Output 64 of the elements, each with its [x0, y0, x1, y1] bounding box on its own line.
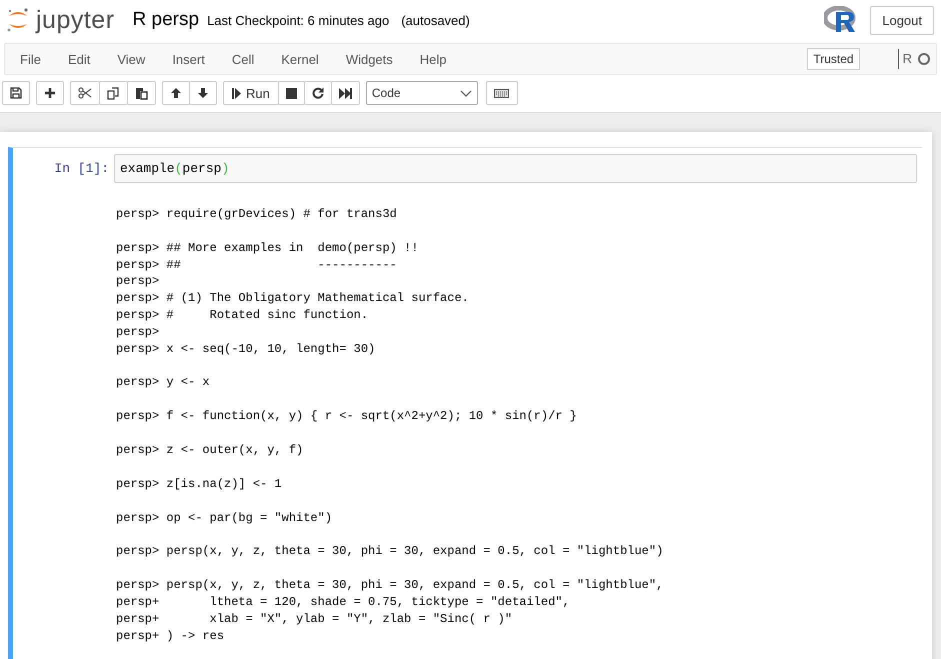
refresh-icon [312, 87, 324, 99]
output-line: persp+ ltheta = 120, shade = 0.75, ticktype = "detailed", [116, 594, 570, 611]
run-all-button[interactable] [330, 81, 360, 105]
chevron-down-icon [460, 90, 472, 96]
output-line: persp> persp(x, y, z, theta = 30, phi = 30, expand = 0.5, col = "lightblue", [116, 577, 664, 594]
scissors-icon [78, 87, 92, 99]
stop-button[interactable] [278, 81, 305, 105]
output-line: persp> persp(x, y, z, theta = 30, phi = 30, expand = 0.5, col = "lightblue") [116, 543, 664, 560]
step-forward-icon [232, 88, 241, 98]
menu-item[interactable]: Widgets [334, 52, 404, 66]
copy-button[interactable] [99, 81, 128, 105]
keyboard-icon [494, 88, 510, 98]
code-input-field[interactable]: example(persp) [114, 154, 917, 183]
command-palette-button[interactable] [486, 81, 518, 105]
arrow-down-icon [197, 87, 209, 99]
menu-item[interactable]: File [9, 52, 52, 66]
checkpoint-status: Last Checkpoint: 6 minutes ago [207, 12, 390, 28]
output-line: persp> [116, 273, 160, 290]
output-line: persp+ ) -> res [116, 628, 224, 644]
menu-item[interactable]: Cell [220, 52, 266, 66]
autosave-status: (autosaved) [401, 12, 470, 28]
cut-button[interactable] [70, 81, 100, 105]
output-line: persp> [116, 324, 160, 341]
notebook-name[interactable]: R persp [132, 9, 200, 31]
output-line: persp> x <- seq(-10, 10, length= 30) [116, 340, 376, 358]
menu-item[interactable]: Edit [56, 52, 102, 66]
cell-type-dropdown[interactable]: Code [366, 81, 478, 105]
output-line: persp> z <- outer(x, y, f) [116, 442, 304, 459]
output-line: persp> require(grDevices) # for trans3d [116, 206, 397, 223]
logout-button[interactable]: Logout [870, 6, 934, 34]
menu-item[interactable]: Kernel [270, 52, 330, 66]
save-button[interactable] [2, 81, 30, 105]
output-line: persp> f <- function(x, y) { r <- sqrt(x^2+y^2); 10 * sin(r)/r } [116, 408, 577, 425]
output-line: persp> ## More examples in demo(persp) !! [116, 240, 418, 257]
restart-button[interactable] [304, 81, 332, 105]
paste-button[interactable] [127, 81, 156, 105]
menu-item[interactable]: Help [408, 52, 458, 66]
paste-icon [135, 86, 148, 100]
menu-item[interactable]: Insert [161, 52, 216, 66]
move-up-button[interactable] [162, 81, 190, 105]
output-line: persp> ## ----------- [116, 256, 397, 274]
trusted-indicator[interactable]: Trusted [807, 48, 860, 70]
insert-cell-button[interactable] [36, 81, 64, 105]
run-button[interactable]: Run [223, 81, 279, 105]
output-line: persp> # Rotated sinc function. [116, 306, 368, 324]
arrow-up-icon [170, 87, 182, 99]
copy-icon [107, 86, 120, 100]
stop-icon [286, 88, 297, 98]
r-logo-icon [824, 6, 858, 34]
fast-forward-icon [338, 88, 352, 98]
jupyter-logo-icon [6, 7, 30, 33]
menu-item[interactable]: View [106, 52, 156, 66]
output-line: persp> op <- par(bg = "white") [116, 510, 332, 526]
output-line: persp> z[is.na(z)] <- 1 [116, 476, 282, 493]
output-line: persp> y <- x [116, 374, 210, 392]
input-prompt: In [1]: [53, 160, 110, 176]
jupyter-wordmark: jupyter [36, 6, 115, 34]
move-down-button[interactable] [189, 81, 217, 105]
output-line: persp> # (1) The Obligatory Mathematical surface. [116, 290, 469, 307]
plus-icon [44, 87, 56, 99]
output-line: persp+ xlab = "X", ylab = "Y", zlab = "Sinc( r )" [116, 610, 512, 628]
kernel-name: R [898, 49, 912, 69]
selected-cell[interactable] [8, 147, 922, 659]
kernel-idle-icon [918, 53, 930, 65]
